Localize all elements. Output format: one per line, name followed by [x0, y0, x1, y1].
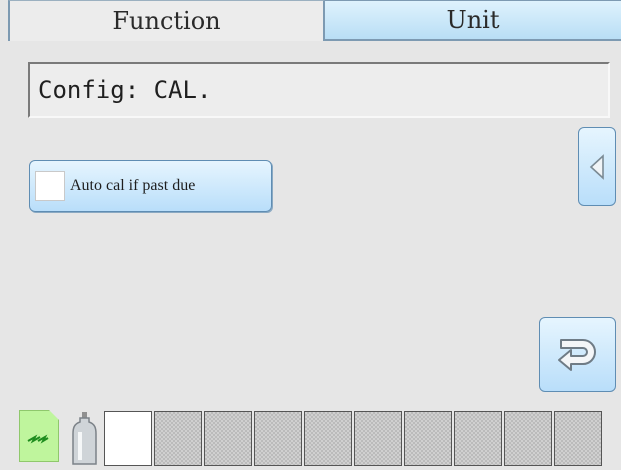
tab-function[interactable]: Function [8, 0, 325, 41]
sensor-slot[interactable] [304, 411, 352, 466]
sensor-slot[interactable] [154, 411, 202, 466]
tab-unit[interactable]: Unit [325, 0, 621, 41]
auto-cal-checkbox-button[interactable]: Auto cal if past due [29, 160, 272, 212]
scroll-left-button[interactable] [578, 127, 616, 206]
sd-card-icon [19, 410, 59, 462]
return-button[interactable] [539, 317, 616, 392]
status-bar [0, 406, 621, 470]
sensor-slot[interactable] [504, 411, 552, 466]
sensor-slot[interactable] [204, 411, 252, 466]
sensor-slot[interactable] [454, 411, 502, 466]
sensor-slot[interactable] [554, 411, 602, 466]
return-arrow-icon [557, 338, 596, 371]
triangle-left-icon [589, 153, 604, 180]
sensor-slot[interactable] [404, 411, 452, 466]
config-title: Config: CAL. [28, 62, 610, 118]
checkbox[interactable] [35, 171, 65, 201]
sensor-slots [104, 411, 604, 466]
sensor-slot[interactable] [104, 411, 152, 466]
sensor-slot[interactable] [254, 411, 302, 466]
gas-cylinder-icon [72, 412, 97, 465]
tab-bar: Function Unit [0, 0, 621, 42]
sensor-slot[interactable] [354, 411, 402, 466]
auto-cal-label: Auto cal if past due [70, 177, 196, 194]
